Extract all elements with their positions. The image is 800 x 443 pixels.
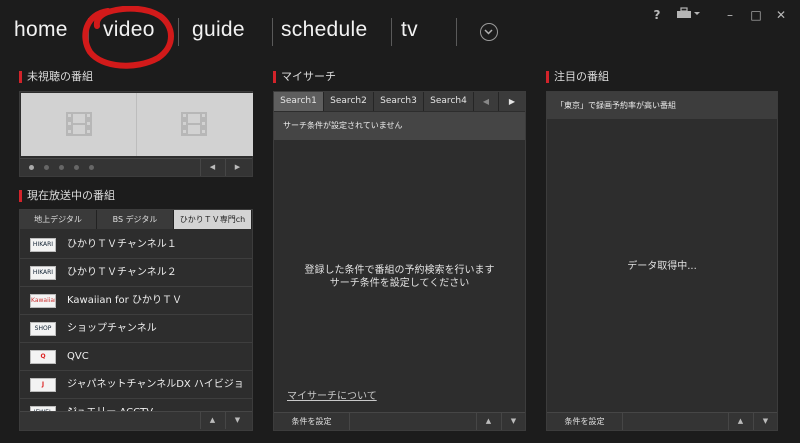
nav-divider [391,18,392,46]
channel-logo: J [30,378,56,392]
pager-dot[interactable] [89,165,94,170]
tab-next-button[interactable]: ▶ [499,92,525,111]
channel-name: ショップチャンネル [67,323,157,334]
help-button[interactable]: ? [649,6,665,24]
scroll-down-button[interactable]: ▼ [225,412,249,429]
tab-search2[interactable]: Search2 [324,92,374,111]
nav-schedule[interactable]: schedule [281,18,367,42]
channel-logo: HIKARI TV [30,238,56,252]
scroll-up-button[interactable]: ▲ [728,413,752,430]
film-icon [181,112,207,136]
featured-loading: データ取得中... [627,261,697,272]
nav-divider [272,18,273,46]
onair-tabs: 地上デジタル BS デジタル ひかりＴＶ専門ch [20,210,252,229]
channel-logo: HIKARI TV [30,266,56,280]
unwatched-thumb[interactable] [137,93,253,156]
mysearch-section-title: マイサーチ [273,70,336,84]
film-icon [66,112,92,136]
mysearch-message-line2: サーチ条件を設定してください [329,278,470,289]
nav-tv[interactable]: tv [401,18,418,42]
mysearch-about-link[interactable]: マイサーチについて [287,387,377,402]
channel-logo: Q [30,350,56,364]
unwatched-section-title: 未視聴の番組 [19,70,93,84]
tab-prev-button[interactable]: ◀ [474,92,499,111]
channel-name: Kawaiian for ひかりＴＶ [67,295,182,306]
channel-row[interactable]: Q QVC [20,343,252,371]
unwatched-panel: ◀ ▶ [19,91,253,177]
pager-dot[interactable] [44,165,49,170]
unwatched-thumbnails [21,93,253,156]
chevron-down-icon [484,29,493,35]
top-nav: home video guide schedule tv ? – □ ✕ [0,0,800,69]
toolbox-icon [677,7,700,18]
channel-row[interactable]: Kawaiian Kawaiian for ひかりＴＶ [20,287,252,315]
tab-search4[interactable]: Search4 [424,92,474,111]
tab-search3[interactable]: Search3 [374,92,424,111]
mysearch-status: サーチ条件が設定されていません [274,112,525,140]
nav-divider [178,18,179,46]
pager-dot[interactable] [74,165,79,170]
nav-more-button[interactable] [480,23,498,41]
tab-bs[interactable]: BS デジタル [97,210,174,229]
nav-video[interactable]: video [103,18,155,42]
onair-section-title: 現在放送中の番組 [19,189,115,203]
onair-scroll-bar: ▲ ▼ [20,411,252,430]
featured-header: 「東京」で録画予約率が高い番組 [547,92,777,119]
channel-logo: Kawaiian [30,294,56,308]
prev-button[interactable]: ◀ [200,159,224,176]
pager-dot[interactable] [29,165,34,170]
mysearch-bottom-bar: 条件を設定 ▲ ▼ [274,412,525,430]
mysearch-panel: Search1 Search2 Search3 Search4 ◀ ▶ サーチ条… [273,91,526,431]
maximize-button[interactable]: □ [748,6,764,24]
tab-terrestrial[interactable]: 地上デジタル [20,210,97,229]
scroll-down-button[interactable]: ▼ [753,413,777,430]
nav-divider [456,18,457,46]
scroll-down-button[interactable]: ▼ [501,413,525,430]
set-condition-button[interactable]: 条件を設定 [274,413,350,430]
featured-panel: 「東京」で録画予約率が高い番組 データ取得中... 条件を設定 ▲ ▼ [546,91,778,431]
channel-name: QVC [67,351,89,362]
scroll-up-button[interactable]: ▲ [200,412,224,429]
scroll-up-button[interactable]: ▲ [476,413,500,430]
nav-guide[interactable]: guide [192,18,245,42]
channel-name: ひかりＴＶチャンネル１ [67,239,177,250]
minimize-button[interactable]: – [722,6,738,24]
mysearch-message-line1: 登録した条件で番組の予約検索を行います [304,265,495,276]
channel-row[interactable]: SHOP ショップチャンネル [20,315,252,343]
onair-panel: 地上デジタル BS デジタル ひかりＴＶ専門ch HIKARI TV ひかりＴＶ… [19,209,253,431]
unwatched-pager-bar: ◀ ▶ [20,158,252,176]
channel-name: ひかりＴＶチャンネル２ [67,267,177,278]
set-condition-button[interactable]: 条件を設定 [547,413,623,430]
next-button[interactable]: ▶ [225,159,249,176]
close-button[interactable]: ✕ [773,6,789,24]
nav-divider [88,18,89,46]
channel-row[interactable]: J ジャパネットチャンネルDX ハイビジョン [20,371,252,418]
nav-home[interactable]: home [14,18,68,42]
channel-logo: SHOP [30,322,56,336]
featured-section-title: 注目の番組 [546,70,609,84]
tab-hikari[interactable]: ひかりＴＶ専門ch [174,210,252,229]
unwatched-thumb[interactable] [21,93,137,156]
toolbox-button[interactable] [674,6,702,24]
featured-bottom-bar: 条件を設定 ▲ ▼ [547,412,777,430]
channel-row[interactable]: HIKARI TV ひかりＴＶチャンネル２ [20,259,252,287]
channel-row[interactable]: HIKARI TV ひかりＴＶチャンネル１ [20,231,252,259]
pager-dot[interactable] [59,165,64,170]
tab-search1[interactable]: Search1 [274,92,324,111]
